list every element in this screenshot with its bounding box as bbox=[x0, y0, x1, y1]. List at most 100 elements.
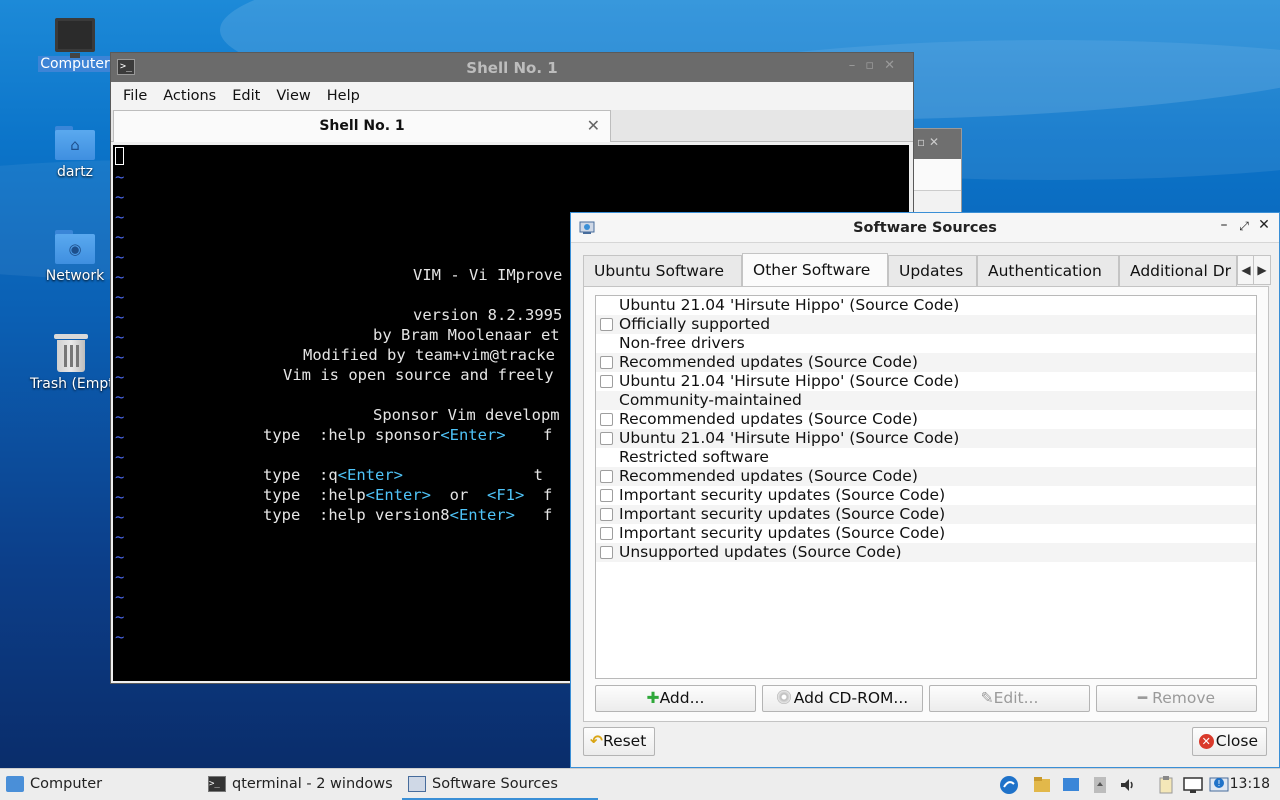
source-list-item[interactable]: Ubuntu 21.04 'Hirsute Hippo' (Source Cod… bbox=[596, 372, 1256, 391]
dialog-tabbar: Ubuntu Software Other Software Updates A… bbox=[583, 253, 1271, 287]
source-list-item[interactable]: Non-free drivers bbox=[596, 334, 1256, 353]
source-checkbox[interactable] bbox=[600, 318, 613, 331]
window-controls[interactable]: –▫✕ bbox=[849, 58, 905, 73]
taskbar-qterminal[interactable]: >_ qterminal - 2 windows bbox=[202, 769, 393, 800]
source-checkbox[interactable] bbox=[600, 489, 613, 502]
source-checkbox[interactable] bbox=[600, 356, 613, 369]
desktop-icon-computer[interactable]: Computer bbox=[32, 18, 118, 72]
desktop-icon-home[interactable]: ⌂ dartz bbox=[32, 124, 118, 180]
taskbar-computer[interactable]: Computer bbox=[0, 769, 102, 800]
maximize-icon[interactable]: ⤢ bbox=[1235, 219, 1253, 234]
lubuntu-icon[interactable] bbox=[998, 775, 1020, 795]
source-checkbox[interactable] bbox=[600, 527, 613, 540]
tab-scroll-right-icon[interactable]: ▶ bbox=[1253, 255, 1271, 285]
source-list-item[interactable]: Officially supported bbox=[596, 315, 1256, 334]
tab-ubuntu-software[interactable]: Ubuntu Software bbox=[583, 255, 742, 286]
home-folder-icon: ⌂ bbox=[55, 124, 95, 160]
source-label: Officially supported bbox=[619, 315, 771, 333]
desktop-icon-trash[interactable]: Trash (Empty) bbox=[28, 332, 128, 392]
source-list-item[interactable]: Ubuntu 21.04 'Hirsute Hippo' (Source Cod… bbox=[596, 429, 1256, 448]
source-label: Recommended updates (Source Code) bbox=[619, 353, 918, 371]
desktop-icon[interactable] bbox=[1061, 775, 1081, 795]
vim-empty-line-marker: ~ bbox=[115, 168, 125, 186]
source-checkbox[interactable] bbox=[600, 508, 613, 521]
reset-button[interactable]: ↶Reset bbox=[583, 727, 656, 756]
terminal-tab-label: Shell No. 1 bbox=[319, 118, 405, 134]
close-icon: ✕ bbox=[1198, 734, 1214, 749]
menu-help[interactable]: Help bbox=[319, 88, 368, 104]
vim-empty-line-marker: ~ bbox=[115, 628, 125, 646]
source-label: Community-maintained bbox=[619, 391, 802, 409]
source-list-item[interactable]: Important security updates (Source Code) bbox=[596, 486, 1256, 505]
vim-empty-line-marker: ~ bbox=[115, 228, 125, 246]
desktop-icon-label: Computer bbox=[38, 56, 112, 72]
vim-empty-line-marker: ~ bbox=[115, 608, 125, 626]
close-tab-icon[interactable]: ✕ bbox=[587, 111, 600, 141]
menu-file[interactable]: File bbox=[115, 88, 155, 104]
source-list-item[interactable]: Recommended updates (Source Code) bbox=[596, 410, 1256, 429]
software-sources-dialog[interactable]: Software Sources – ⤢ ✕ Ubuntu Software O… bbox=[570, 212, 1280, 768]
terminal-tab[interactable]: Shell No. 1 ✕ bbox=[113, 110, 611, 142]
source-list-item[interactable]: Important security updates (Source Code) bbox=[596, 524, 1256, 543]
source-label: Important security updates (Source Code) bbox=[619, 486, 946, 504]
close-button[interactable]: ✕ Close bbox=[1191, 727, 1267, 756]
source-label: Recommended updates (Source Code) bbox=[619, 467, 918, 485]
taskbar-software-sources[interactable]: Software Sources bbox=[402, 769, 598, 800]
dialog-titlebar[interactable]: Software Sources – ⤢ ✕ bbox=[571, 213, 1279, 243]
tab-other-software[interactable]: Other Software bbox=[742, 253, 888, 286]
source-checkbox[interactable] bbox=[600, 546, 613, 559]
vim-line: Sponsor Vim developm bbox=[373, 406, 560, 424]
tab-additional-drivers[interactable]: Additional Dr bbox=[1119, 255, 1237, 286]
menu-actions[interactable]: Actions bbox=[155, 88, 224, 104]
edit-button[interactable]: ✎Edit... bbox=[929, 685, 1090, 712]
add-button[interactable]: ✚Add... bbox=[595, 685, 756, 712]
list-buttons: ✚Add... Add CD-ROM... ✎Edit... ━ Remove bbox=[595, 685, 1257, 713]
source-label: Ubuntu 21.04 'Hirsute Hippo' (Source Cod… bbox=[619, 372, 960, 390]
network-wired-icon[interactable] bbox=[1182, 775, 1204, 795]
tab-authentication[interactable]: Authentication bbox=[977, 255, 1119, 286]
minimize-icon[interactable]: – bbox=[1215, 217, 1233, 233]
clock[interactable]: 13:18 bbox=[1230, 769, 1270, 800]
update-notifier-icon[interactable]: ! bbox=[1208, 775, 1230, 795]
source-list-item[interactable]: Unsupported updates (Source Code) bbox=[596, 543, 1256, 562]
volume-icon[interactable] bbox=[1118, 775, 1138, 795]
source-checkbox[interactable] bbox=[600, 413, 613, 426]
network-folder-icon: ◉ bbox=[55, 228, 95, 264]
menu-view[interactable]: View bbox=[268, 88, 318, 104]
tab-updates[interactable]: Updates bbox=[888, 255, 977, 286]
close-window-icon[interactable]: ✕ bbox=[1255, 217, 1273, 233]
computer-icon bbox=[55, 18, 95, 58]
eject-icon[interactable] bbox=[1090, 775, 1110, 795]
edit-icon: ✎ bbox=[980, 689, 994, 707]
vim-line: VIM - Vi IMprove bbox=[413, 266, 563, 284]
vim-line: by Bram Moolenaar et bbox=[373, 326, 560, 344]
vim-line: version 8.2.3995 bbox=[413, 306, 563, 324]
terminal-titlebar[interactable]: >_ Shell No. 1 –▫✕ bbox=[111, 53, 913, 82]
source-checkbox[interactable] bbox=[600, 470, 613, 483]
sources-list[interactable]: Ubuntu 21.04 'Hirsute Hippo' (Source Cod… bbox=[595, 295, 1257, 679]
vim-empty-line-marker: ~ bbox=[115, 448, 125, 466]
add-cdrom-button[interactable]: Add CD-ROM... bbox=[762, 685, 923, 712]
vim-empty-line-marker: ~ bbox=[115, 368, 125, 386]
file-manager-icon[interactable] bbox=[1032, 775, 1052, 795]
source-label: Important security updates (Source Code) bbox=[619, 505, 946, 523]
vim-empty-line-marker: ~ bbox=[115, 248, 125, 266]
source-checkbox[interactable] bbox=[600, 375, 613, 388]
clipboard-icon[interactable] bbox=[1156, 775, 1176, 795]
remove-button[interactable]: ━ Remove bbox=[1096, 685, 1257, 712]
vim-empty-line-marker: ~ bbox=[115, 528, 125, 546]
vim-empty-line-marker: ~ bbox=[115, 508, 125, 526]
source-checkbox[interactable] bbox=[600, 432, 613, 445]
vim-line: Modified by team+vim@tracke bbox=[303, 346, 555, 364]
source-label: Restricted software bbox=[619, 448, 769, 466]
source-list-item[interactable]: Ubuntu 21.04 'Hirsute Hippo' (Source Cod… bbox=[596, 296, 1256, 315]
source-list-item[interactable]: Recommended updates (Source Code) bbox=[596, 353, 1256, 372]
menu-edit[interactable]: Edit bbox=[224, 88, 268, 104]
source-list-item[interactable]: Important security updates (Source Code) bbox=[596, 505, 1256, 524]
source-list-item[interactable]: Recommended updates (Source Code) bbox=[596, 467, 1256, 486]
desktop-icon-network[interactable]: ◉ Network bbox=[32, 228, 118, 284]
source-list-item[interactable]: Community-maintained bbox=[596, 391, 1256, 410]
vim-line: type :help sponsor<Enter> f bbox=[263, 426, 553, 444]
source-list-item[interactable]: Restricted software bbox=[596, 448, 1256, 467]
vim-empty-line-marker: ~ bbox=[115, 308, 125, 326]
